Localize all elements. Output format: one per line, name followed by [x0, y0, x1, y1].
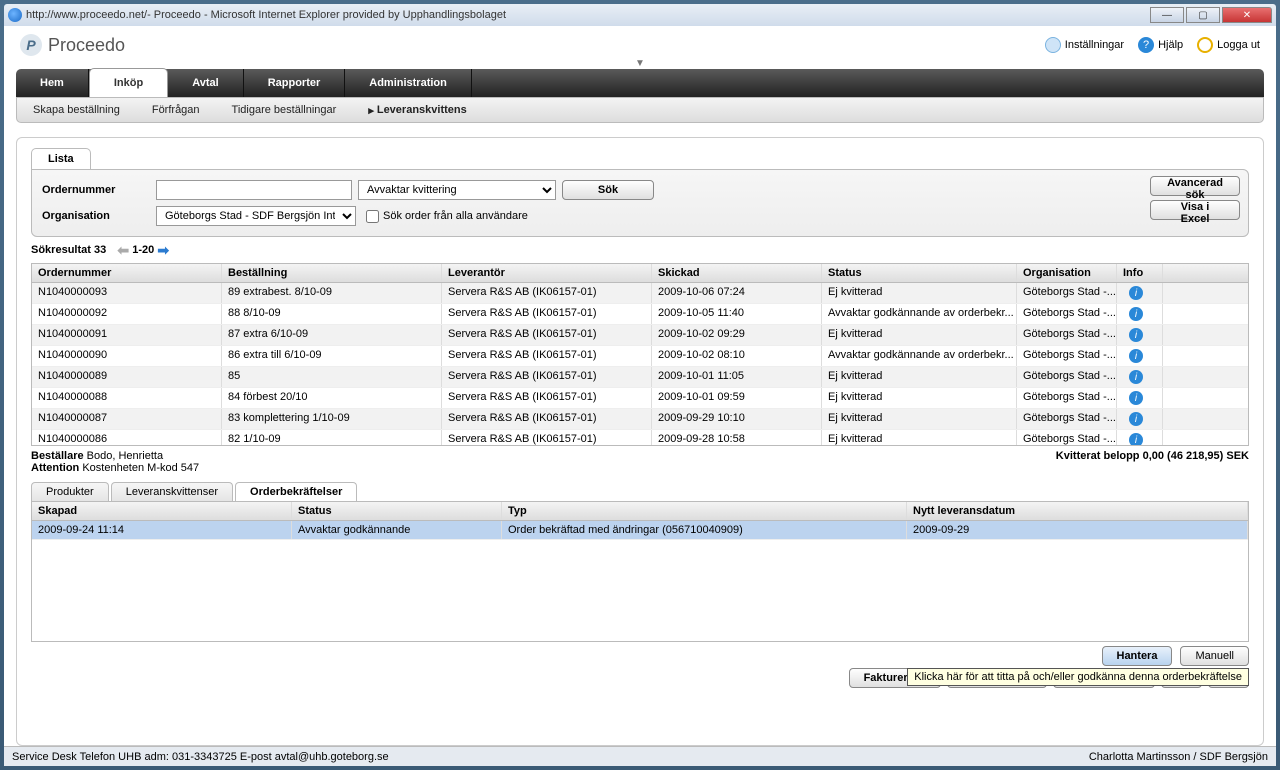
- col2-nytt[interactable]: Nytt leveransdatum: [907, 502, 1248, 520]
- collapse-toggle-icon[interactable]: ▼: [4, 58, 1276, 69]
- page-prev-icon[interactable]: ⬅: [116, 243, 130, 257]
- subtab-skapa[interactable]: Skapa beställning: [17, 98, 136, 122]
- window-titlebar: http://www.proceedo.net/ - Proceedo - Mi…: [4, 4, 1276, 26]
- info-icon[interactable]: i: [1129, 307, 1143, 321]
- confirmations-table: Skapad Status Typ Nytt leveransdatum 200…: [31, 501, 1249, 642]
- tab-avtal[interactable]: Avtal: [168, 69, 244, 97]
- search-button[interactable]: Sök: [562, 180, 654, 200]
- page-next-icon[interactable]: ➡: [156, 243, 170, 257]
- chevron-right-icon: ▸: [368, 104, 374, 117]
- status-select[interactable]: Avvaktar kvittering: [358, 180, 556, 200]
- app-brand: Proceedo: [48, 35, 125, 56]
- col-bestallning[interactable]: Beställning: [222, 264, 442, 282]
- col2-skapad[interactable]: Skapad: [32, 502, 292, 520]
- all-users-checkbox[interactable]: [366, 210, 379, 223]
- info-icon[interactable]: i: [1129, 412, 1143, 426]
- window-close[interactable]: ✕: [1222, 7, 1272, 23]
- col2-typ[interactable]: Typ: [502, 502, 907, 520]
- footer-right: Charlotta Martinsson / SDF Bergsjön: [1089, 751, 1268, 763]
- help-icon: ?: [1138, 37, 1154, 53]
- col-skickad[interactable]: Skickad: [652, 264, 822, 282]
- info-icon[interactable]: i: [1129, 391, 1143, 405]
- window-url: http://www.proceedo.net/: [26, 9, 147, 21]
- subtab-tidigare[interactable]: Tidigare beställningar: [216, 98, 353, 122]
- dtab-leverans[interactable]: Leveranskvittenser: [111, 482, 233, 501]
- table-row[interactable]: N104000008682 1/10-09Servera R&S AB (IK0…: [32, 430, 1248, 445]
- logout-icon: [1197, 37, 1213, 53]
- col-ordernummer[interactable]: Ordernummer: [32, 264, 222, 282]
- results-table: Ordernummer Beställning Leverantör Skick…: [31, 263, 1249, 446]
- logout-link[interactable]: Logga ut: [1197, 37, 1260, 53]
- subtab-forfragan[interactable]: Förfrågan: [136, 98, 216, 122]
- footer-left: Service Desk Telefon UHB adm: 031-334372…: [12, 751, 389, 763]
- table-row[interactable]: N104000008783 komplettering 1/10-09Serve…: [32, 409, 1248, 430]
- settings-link[interactable]: Inställningar: [1045, 37, 1124, 53]
- all-users-label: Sök order från alla användare: [383, 210, 528, 222]
- col-leverantor[interactable]: Leverantör: [442, 264, 652, 282]
- info-icon[interactable]: i: [1129, 349, 1143, 363]
- info-icon[interactable]: i: [1129, 370, 1143, 384]
- table-row[interactable]: N104000009288 8/10-09Servera R&S AB (IK0…: [32, 304, 1248, 325]
- tab-hem[interactable]: Hem: [16, 69, 89, 97]
- info-icon[interactable]: i: [1129, 328, 1143, 342]
- window-maximize[interactable]: ▢: [1186, 7, 1220, 23]
- tab-inkop[interactable]: Inköp: [89, 68, 168, 97]
- excel-button[interactable]: Visa i Excel: [1150, 200, 1240, 220]
- table-row[interactable]: N104000009086 extra till 6/10-09Servera …: [32, 346, 1248, 367]
- detail-amount: Kvitterat belopp 0,00 (46 218,95) SEK: [1056, 450, 1249, 474]
- dtab-orderbekr[interactable]: Orderbekräftelser: [235, 482, 357, 501]
- info-icon[interactable]: i: [1129, 433, 1143, 445]
- page-tab-lista[interactable]: Lista: [31, 148, 91, 169]
- dtab-produkter[interactable]: Produkter: [31, 482, 109, 501]
- table-row[interactable]: N104000008985Servera R&S AB (IK06157-01)…: [32, 367, 1248, 388]
- tab-administration[interactable]: Administration: [345, 69, 472, 97]
- app-logo: [20, 34, 42, 56]
- advanced-search-button[interactable]: Avancerad sök: [1150, 176, 1240, 196]
- col-status[interactable]: Status: [822, 264, 1017, 282]
- table-row[interactable]: N104000008884 förbest 20/10Servera R&S A…: [32, 388, 1248, 409]
- org-select[interactable]: Göteborgs Stad - SDF Bergsjön Int...: [156, 206, 356, 226]
- settings-icon: [1045, 37, 1061, 53]
- page-range: 1-20: [132, 244, 154, 256]
- col-info[interactable]: Info: [1117, 264, 1163, 282]
- hantera-tooltip: Klicka här för att titta på och/eller go…: [907, 668, 1249, 686]
- detail-owner: Beställare Bodo, Henrietta Attention Kos…: [31, 450, 199, 474]
- table-row[interactable]: N104000009389 extrabest. 8/10-09Servera …: [32, 283, 1248, 304]
- subtab-leveranskvittens[interactable]: ▸Leveranskvittens: [352, 98, 482, 122]
- col-organisation[interactable]: Organisation: [1017, 264, 1117, 282]
- info-icon[interactable]: i: [1129, 286, 1143, 300]
- search-panel: Ordernummer Avvaktar kvittering Sök Orga…: [31, 169, 1249, 237]
- tab-rapporter[interactable]: Rapporter: [244, 69, 346, 97]
- sub-tabs: Skapa beställning Förfrågan Tidigare bes…: [16, 97, 1264, 123]
- manuell-button[interactable]: Manuell: [1180, 646, 1249, 666]
- confirmation-row[interactable]: 2009-09-24 11:14 Avvaktar godkännande Or…: [32, 521, 1248, 540]
- ordernr-label: Ordernummer: [42, 184, 150, 196]
- window-minimize[interactable]: —: [1150, 7, 1184, 23]
- window-title: - Proceedo - Microsoft Internet Explorer…: [147, 9, 506, 21]
- ordernr-input[interactable]: [156, 180, 352, 200]
- hantera-button[interactable]: Hantera: [1102, 646, 1173, 666]
- help-link[interactable]: ?Hjälp: [1138, 37, 1183, 53]
- main-tabs: Hem Inköp Avtal Rapporter Administration: [16, 69, 1264, 97]
- col2-status[interactable]: Status: [292, 502, 502, 520]
- table-row[interactable]: N104000009187 extra 6/10-09Servera R&S A…: [32, 325, 1248, 346]
- ie-icon: [8, 8, 22, 22]
- org-label: Organisation: [42, 210, 150, 222]
- result-count: Sökresultat 33: [31, 244, 106, 256]
